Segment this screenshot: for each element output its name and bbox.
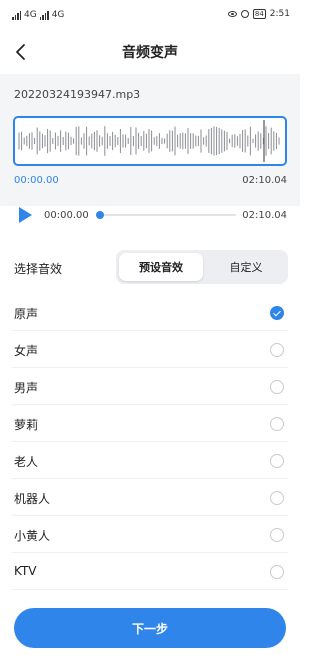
voice-label: 机器人 bbox=[14, 492, 51, 506]
status-right: 84 2:51 bbox=[227, 9, 290, 19]
alarm-icon bbox=[240, 10, 249, 18]
audio-panel: 20220324193947.mp3 00:00.00 02:10.04 bbox=[0, 74, 300, 206]
status-bar: 4G 4G 84 2:51 bbox=[0, 0, 300, 30]
radio-icon[interactable] bbox=[270, 491, 284, 505]
signal-icon bbox=[39, 11, 49, 20]
next-button[interactable]: 下一步 bbox=[14, 608, 286, 648]
network-label: 4G bbox=[51, 10, 65, 20]
voice-item-robot[interactable]: 机器人 bbox=[12, 479, 288, 516]
voice-item-male[interactable]: 男声 bbox=[12, 368, 288, 405]
battery-icon: 84 bbox=[252, 9, 266, 19]
effect-label: 选择音效 bbox=[14, 262, 63, 276]
voice-item-elder[interactable]: 老人 bbox=[12, 442, 288, 479]
radio-icon[interactable] bbox=[270, 528, 284, 542]
file-name: 20220324193947.mp3 bbox=[14, 88, 141, 101]
voice-label: 原声 bbox=[14, 307, 39, 321]
waveform-end-time: 02:10.04 bbox=[242, 175, 287, 186]
voice-item-loli[interactable]: 萝莉 bbox=[12, 405, 288, 442]
radio-icon[interactable] bbox=[270, 343, 284, 357]
progress-handle[interactable] bbox=[96, 211, 104, 219]
radio-icon[interactable] bbox=[270, 454, 284, 468]
waveform[interactable] bbox=[13, 116, 287, 166]
voice-label: KTV bbox=[14, 564, 37, 578]
voice-label: 小黄人 bbox=[14, 529, 51, 543]
tab-preset-effects[interactable]: 预设音效 bbox=[119, 253, 203, 281]
voice-label: 萝莉 bbox=[14, 418, 39, 432]
radio-checked-icon[interactable] bbox=[270, 306, 284, 320]
radio-icon[interactable] bbox=[270, 380, 284, 394]
page-title: 音频变声 bbox=[122, 45, 178, 61]
voice-item-female[interactable]: 女声 bbox=[12, 331, 288, 368]
voice-label: 女声 bbox=[14, 344, 39, 358]
radio-icon[interactable] bbox=[270, 417, 284, 431]
back-button[interactable] bbox=[12, 42, 32, 62]
total-time: 02:10.04 bbox=[242, 210, 287, 221]
signal-indicators: 4G 4G bbox=[12, 10, 64, 20]
waveform-graphic bbox=[18, 120, 280, 162]
status-time: 2:51 bbox=[269, 9, 290, 19]
eye-icon bbox=[227, 11, 237, 17]
waveform-start-time: 00:00.00 bbox=[14, 175, 59, 186]
signal-icon bbox=[12, 11, 21, 20]
voice-item-ktv[interactable]: KTV bbox=[12, 553, 288, 590]
radio-icon[interactable] bbox=[270, 565, 284, 579]
chevron-left-icon bbox=[16, 44, 25, 60]
progress-track[interactable] bbox=[100, 214, 236, 216]
tab-custom[interactable]: 自定义 bbox=[204, 253, 288, 281]
effect-tabs: 预设音效 自定义 bbox=[116, 250, 288, 284]
voice-label: 老人 bbox=[14, 455, 39, 469]
play-icon[interactable] bbox=[16, 206, 34, 224]
network-label: 4G bbox=[24, 10, 37, 20]
page-header: 音频变声 bbox=[0, 30, 300, 74]
voice-label: 男声 bbox=[14, 381, 39, 395]
voice-item-original[interactable]: 原声 bbox=[12, 294, 288, 331]
audio-player: 00:00.00 02:10.04 bbox=[0, 202, 300, 228]
current-time: 00:00.00 bbox=[44, 210, 89, 221]
voice-item-minion[interactable]: 小黄人 bbox=[12, 516, 288, 553]
